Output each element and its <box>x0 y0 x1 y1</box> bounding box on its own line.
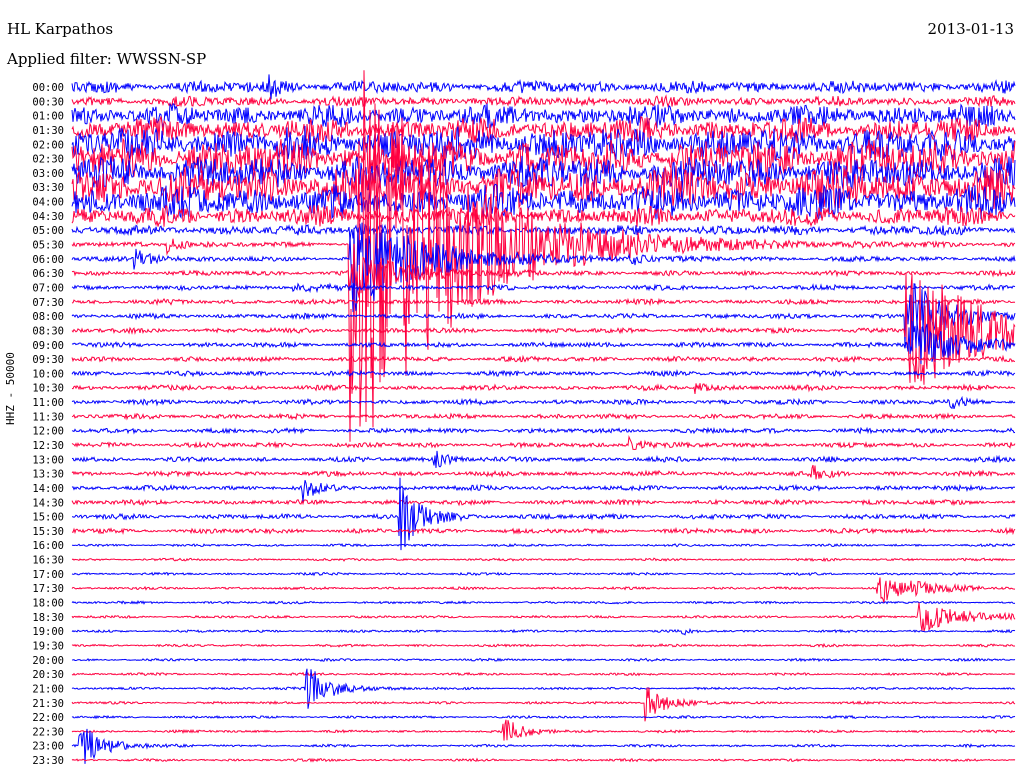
trace-row-29 <box>71 498 1016 507</box>
trace-row-11 <box>71 70 1016 442</box>
trace-row-25 <box>71 434 1016 451</box>
trace-row-44 <box>71 714 1016 720</box>
row-time-label: 22:00 <box>32 712 64 724</box>
row-time-label: 16:30 <box>32 555 64 567</box>
trace-row-33 <box>71 557 1016 563</box>
row-time-label: 06:00 <box>32 254 64 266</box>
trace-row-31 <box>71 526 1016 536</box>
row-time-label: 10:30 <box>32 383 64 395</box>
trace-row-34 <box>71 571 1016 577</box>
trace-row-18 <box>71 320 1016 365</box>
row-time-label: 18:30 <box>32 612 64 624</box>
trace-row-47 <box>71 757 1016 763</box>
trace-row-46 <box>71 728 1016 764</box>
row-time-label: 12:30 <box>32 440 64 452</box>
row-time-label: 00:00 <box>32 82 64 94</box>
trace-row-10 <box>71 223 1016 241</box>
row-time-label: 14:00 <box>32 483 64 495</box>
trace-row-9 <box>71 204 1016 228</box>
row-time-label: 04:30 <box>32 211 64 223</box>
trace-row-0 <box>71 74 1016 100</box>
trace-row-15 <box>71 297 1016 307</box>
row-time-label: 02:00 <box>32 139 64 151</box>
helicorder-plot: 00:00 00:30 01:00 01:30 02:00 02:30 03:00 03:30… <box>32 70 1016 767</box>
row-time-label: 21:30 <box>32 698 64 710</box>
row-time-label: 22:30 <box>32 726 64 738</box>
trace-row-16 <box>71 283 1016 348</box>
row-time-label: 01:30 <box>32 125 64 137</box>
trace-row-17 <box>71 272 1016 385</box>
row-time-label: 02:30 <box>32 154 64 166</box>
trace-row-24 <box>71 426 1016 435</box>
row-time-label: 17:00 <box>32 569 64 581</box>
trace-row-37 <box>71 602 1016 632</box>
row-time-label: 05:00 <box>32 225 64 237</box>
row-time-label: 23:00 <box>32 741 64 753</box>
trace-row-23 <box>71 412 1016 421</box>
trace-row-22 <box>71 395 1016 410</box>
row-time-label: 08:00 <box>32 311 64 323</box>
trace-row-45 <box>71 719 1016 741</box>
row-time-label: 09:30 <box>32 354 64 366</box>
row-time-label: 14:30 <box>32 497 64 509</box>
trace-row-21 <box>71 383 1016 394</box>
row-time-label: 12:00 <box>32 426 64 438</box>
trace-row-36 <box>71 600 1016 605</box>
row-time-label: 01:00 <box>32 111 64 123</box>
trace-row-28 <box>71 480 1016 503</box>
trace-row-26 <box>71 450 1016 468</box>
row-time-label: 19:30 <box>32 640 64 652</box>
trace-row-35 <box>71 577 1016 604</box>
row-time-label: 15:30 <box>32 526 64 538</box>
trace-row-1 <box>71 94 1016 108</box>
row-time-label: 23:30 <box>32 755 64 767</box>
row-time-label: 07:00 <box>32 282 64 294</box>
trace-row-20 <box>71 368 1016 378</box>
row-time-label: 18:00 <box>32 598 64 610</box>
row-time-label: 11:00 <box>32 397 64 409</box>
row-time-label: 04:00 <box>32 197 64 209</box>
row-time-label: 07:30 <box>32 297 64 309</box>
trace-row-40 <box>71 657 1016 663</box>
row-time-label: 13:00 <box>32 454 64 466</box>
row-time-label: 03:30 <box>32 182 64 194</box>
row-time-label: 19:00 <box>32 626 64 638</box>
trace-row-41 <box>71 671 1016 677</box>
row-time-label: 20:00 <box>32 655 64 667</box>
trace-row-27 <box>71 464 1016 480</box>
row-time-label: 17:30 <box>32 583 64 595</box>
trace-row-38 <box>71 628 1016 636</box>
row-time-label: 05:30 <box>32 240 64 252</box>
row-time-label: 09:00 <box>32 340 64 352</box>
row-time-label: 16:00 <box>32 540 64 552</box>
row-time-label: 13:30 <box>32 469 64 481</box>
row-time-label: 11:30 <box>32 411 64 423</box>
row-time-label: 15:00 <box>32 512 64 524</box>
row-time-label: 03:00 <box>32 168 64 180</box>
row-time-label: 06:30 <box>32 268 64 280</box>
row-time-label: 21:00 <box>32 683 64 695</box>
row-time-label: 08:30 <box>32 325 64 337</box>
trace-row-32 <box>71 542 1016 548</box>
trace-row-39 <box>71 642 1016 649</box>
trace-row-19 <box>71 354 1015 363</box>
row-time-label: 10:00 <box>32 368 64 380</box>
row-time-label: 00:30 <box>32 96 64 108</box>
trace-row-14 <box>71 282 1016 294</box>
row-time-label: 20:30 <box>32 669 64 681</box>
trace-row-12 <box>71 222 1016 313</box>
